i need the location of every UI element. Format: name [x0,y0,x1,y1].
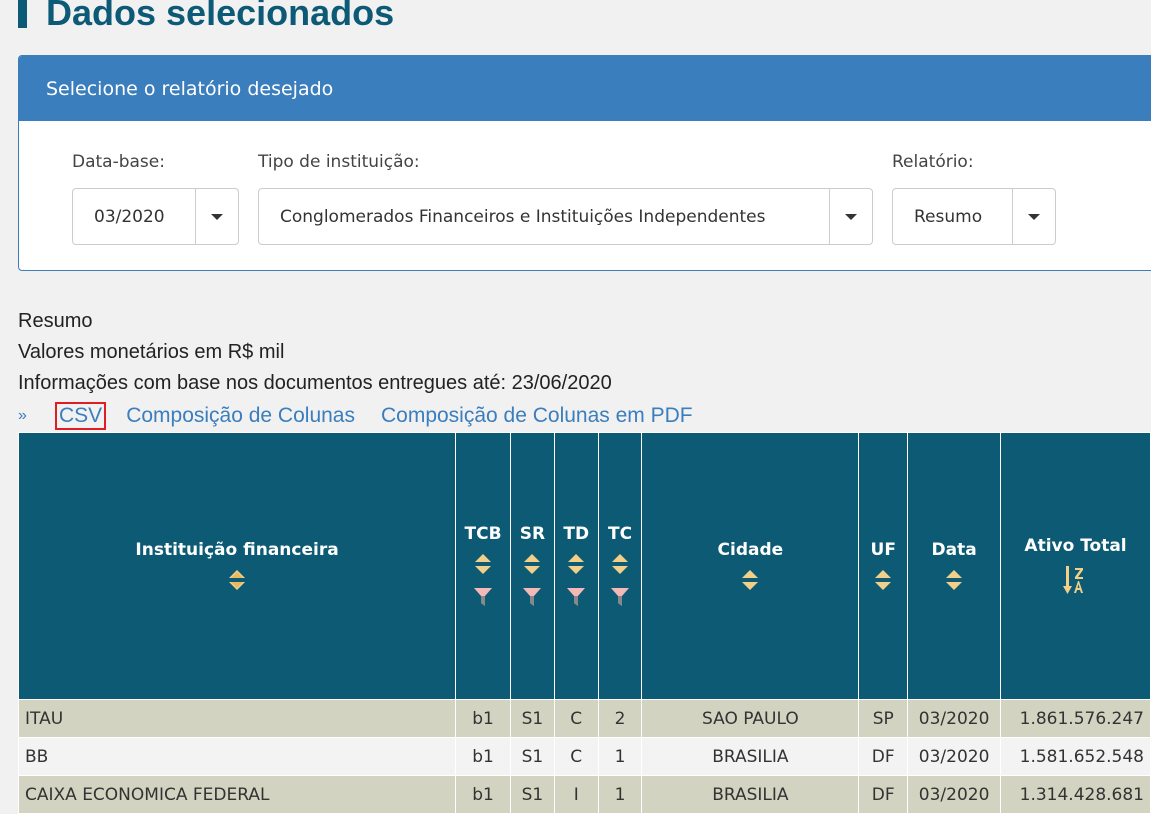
report-selector-panel: Selecione o relatório desejado Data-base… [18,55,1151,271]
currency-note: Valores monetários em R$ mil [18,341,285,363]
cell-sr: S1 [509,775,555,814]
relatorio-label: Relatório: [892,152,974,172]
cell-cidade: BRASILIA [641,737,860,776]
col-label: SR [519,524,546,544]
cell-td: C [553,737,599,776]
sort-icon[interactable] [472,552,494,576]
data-base-dropdown-button[interactable] [195,189,238,244]
sort-icon[interactable] [739,568,761,592]
sort-icon[interactable] [521,552,543,576]
data-base-select[interactable]: 03/2020 [72,188,239,245]
cell-cidade: SAO PAULO [641,699,860,738]
caret-down-icon [211,213,223,220]
caret-down-icon [845,213,857,220]
cell-uf: SP [858,699,909,738]
col-label: TC [608,524,633,544]
sort-icon[interactable] [226,568,248,592]
cell-instituicao: ITAU [17,699,457,738]
tipo-instituicao-select[interactable]: Conglomerados Financeiros e Instituições… [258,188,873,245]
cell-data: 03/2020 [907,737,1002,776]
cell-ativo-total: 1.581.652.548 [1000,737,1151,776]
cell-instituicao: CAIXA ECONOMICA FEDERAL [17,775,457,814]
filter-icon[interactable] [521,584,543,608]
col-instituicao[interactable]: Instituição financeira [17,432,457,700]
tipo-instituicao-dropdown-button[interactable] [829,189,872,244]
sort-descending-icon[interactable] [1062,564,1089,596]
report-name: Resumo [18,310,93,332]
cell-ativo-total: 1.861.576.247 [1000,699,1151,738]
cell-data: 03/2020 [907,699,1002,738]
download-links: » CSV Composição de Colunas Composição d… [18,402,719,430]
col-cidade[interactable]: Cidade [641,432,860,700]
col-sr[interactable]: SR [509,432,555,700]
col-label: TCB [464,524,502,544]
cell-td: C [553,699,599,738]
data-base-label: Data-base: [72,152,165,172]
col-label: Instituição financeira [135,540,339,560]
col-label: UF [870,540,896,560]
cell-sr: S1 [509,699,555,738]
caret-down-icon [1028,213,1040,220]
filter-icon[interactable] [609,584,631,608]
col-tcb[interactable]: TCB [455,432,511,700]
table-header-row: Instituição financeira TCB SR TD TC Cida… [17,432,1151,700]
cell-tc: 1 [597,775,643,814]
cell-uf: DF [858,737,909,776]
title-accent-bar [18,0,27,28]
composicao-colunas-pdf-link[interactable]: Composição de Colunas em PDF [381,404,693,428]
cell-tc: 1 [597,737,643,776]
col-td[interactable]: TD [553,432,599,700]
col-label: Cidade [717,540,784,560]
col-tc[interactable]: TC [597,432,643,700]
page-title-text: Dados selecionados [46,0,395,33]
cell-uf: DF [858,775,909,814]
documents-date-note: Informações com base nos documentos entr… [18,372,612,394]
tipo-instituicao-value: Conglomerados Financeiros e Instituições… [280,206,766,227]
table-row[interactable]: BB b1 S1 C 1 BRASILIA DF 03/2020 1.581.6… [17,737,1151,776]
cell-tc: 2 [597,699,643,738]
col-data[interactable]: Data [907,432,1002,700]
col-label: Ativo Total [1024,536,1127,556]
panel-header: Selecione o relatório desejado [19,56,1151,121]
double-chevron-down-icon[interactable]: » [18,407,40,425]
relatorio-value: Resumo [914,206,983,227]
col-uf[interactable]: UF [858,432,909,700]
cell-tcb: b1 [455,775,511,814]
tipo-instituicao-label: Tipo de instituição: [258,152,420,172]
relatorio-dropdown-button[interactable] [1012,189,1055,244]
cell-ativo-total: 1.314.428.681 [1000,775,1151,814]
relatorio-select[interactable]: Resumo [892,188,1056,245]
cell-tcb: b1 [455,737,511,776]
composicao-colunas-link[interactable]: Composição de Colunas [126,404,355,428]
col-ativo-total[interactable]: Ativo Total [1000,432,1151,700]
cell-td: I [553,775,599,814]
cell-sr: S1 [509,737,555,776]
csv-link[interactable]: CSV [55,402,107,430]
table-row[interactable]: CAIXA ECONOMICA FEDERAL b1 S1 I 1 BRASIL… [17,775,1151,814]
cell-data: 03/2020 [907,775,1002,814]
filter-icon[interactable] [472,584,494,608]
cell-instituicao: BB [17,737,457,776]
sort-icon[interactable] [565,552,587,576]
sort-icon[interactable] [872,568,894,592]
page-title: Dados selecionados [18,0,394,38]
table-row[interactable]: ITAU b1 S1 C 2 SAO PAULO SP 03/2020 1.86… [17,699,1151,738]
cell-cidade: BRASILIA [641,775,860,814]
results-table: Instituição financeira TCB SR TD TC Cida… [17,432,1151,814]
sort-icon[interactable] [943,568,965,592]
cell-tcb: b1 [455,699,511,738]
data-base-value: 03/2020 [94,206,165,227]
col-label: TD [563,524,590,544]
filter-icon[interactable] [565,584,587,608]
sort-icon[interactable] [609,552,631,576]
col-label: Data [931,540,977,560]
